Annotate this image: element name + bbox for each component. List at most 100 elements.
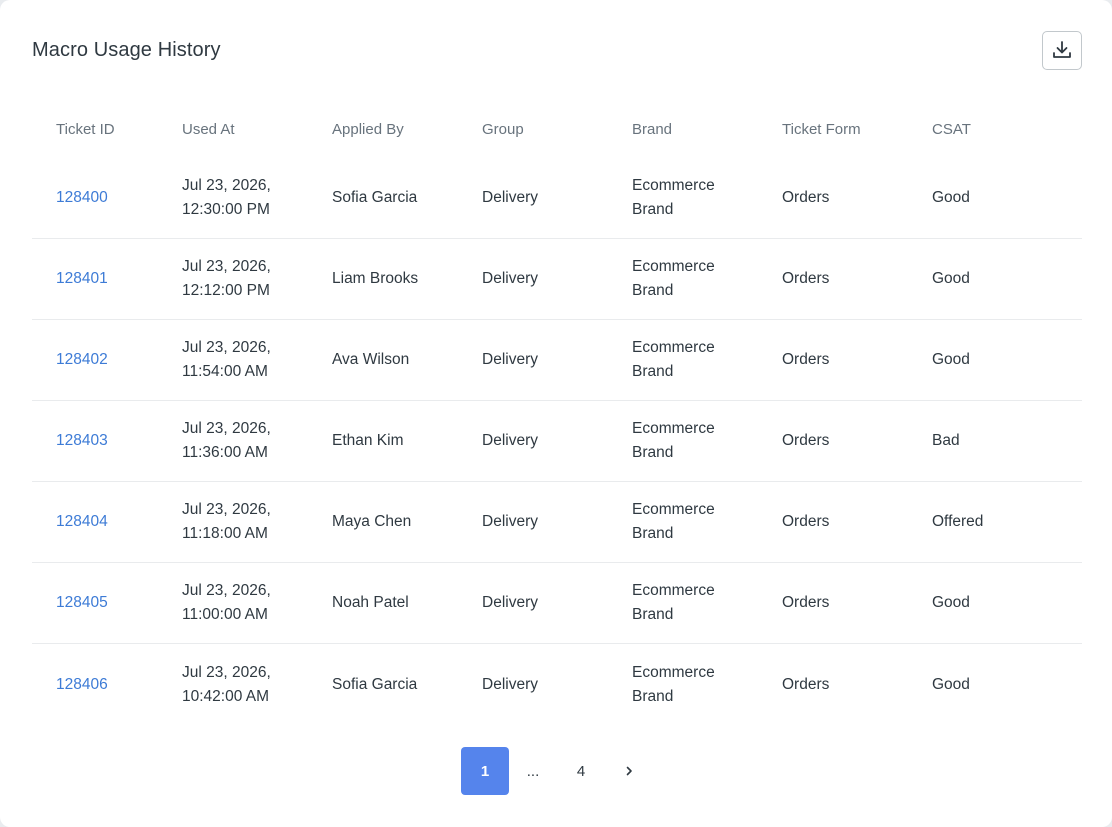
used-at-date: Jul 23, 2026, (182, 663, 271, 681)
brand-line-1: Ecommerce (632, 582, 715, 599)
csat-cell: Offered (932, 513, 984, 530)
column-header-applied-by[interactable]: Applied By (332, 121, 482, 138)
applied-by-cell: Maya Chen (332, 513, 412, 530)
table-row: 128405 Jul 23, 2026, 11:00:00 AM Noah Patel… (32, 563, 1082, 644)
used-at-time: 12:30:00 PM (182, 201, 270, 218)
used-at-cell: Jul 23, 2026, 11:00:00 AM (182, 579, 332, 627)
used-at-time: 11:00:00 AM (182, 606, 268, 623)
brand-cell: Ecommerce Brand (632, 661, 782, 709)
ticket-form-cell: Orders (782, 270, 830, 287)
used-at-time: 11:54:00 AM (182, 363, 268, 380)
group-cell: Delivery (482, 594, 538, 611)
page-button-last[interactable]: 4 (557, 747, 605, 795)
csat-cell: Good (932, 594, 970, 611)
csat-cell: Bad (932, 432, 960, 449)
ticket-form-cell: Orders (782, 675, 830, 693)
ticket-form-cell: Orders (782, 189, 830, 206)
brand-line-1: Ecommerce (632, 258, 715, 275)
next-page-button[interactable] (605, 747, 653, 795)
column-header-group[interactable]: Group (482, 121, 632, 138)
column-header-ticket-form[interactable]: Ticket Form (782, 121, 932, 138)
applied-by-cell: Noah Patel (332, 594, 409, 611)
used-at-date: Jul 23, 2026, (182, 420, 271, 437)
brand-line-2: Brand (632, 687, 674, 705)
brand-cell: Ecommerce Brand (632, 255, 782, 303)
ticket-form-cell: Orders (782, 351, 830, 368)
used-at-time: 12:12:00 PM (182, 282, 270, 299)
group-cell: Delivery (482, 675, 538, 693)
used-at-time: 11:18:00 AM (182, 525, 268, 542)
group-cell: Delivery (482, 513, 538, 530)
used-at-time: 10:42:00 AM (182, 687, 270, 705)
applied-by-cell: Liam Brooks (332, 270, 419, 287)
brand-cell: Ecommerce Brand (632, 498, 782, 546)
used-at-cell: Jul 23, 2026, 11:54:00 AM (182, 336, 332, 384)
group-cell: Delivery (482, 351, 538, 368)
column-header-ticket-id[interactable]: Ticket ID (32, 121, 182, 138)
table-header: Ticket ID Used At Applied By Group Brand… (32, 100, 1082, 158)
brand-cell: Ecommerce Brand (632, 417, 782, 465)
ticket-id-link[interactable]: 128406 (56, 676, 108, 693)
csat-cell: Good (932, 351, 970, 368)
macro-usage-panel: Macro Usage History Ticket ID Used At Ap… (0, 0, 1112, 827)
panel-header: Macro Usage History (32, 30, 1082, 70)
used-at-cell: Jul 23, 2026, 11:36:00 AM (182, 417, 332, 465)
csat-cell: Good (932, 189, 970, 206)
table-row: 128403 Jul 23, 2026, 11:36:00 AM Ethan Kim D… (32, 401, 1082, 482)
column-header-brand[interactable]: Brand (632, 121, 782, 138)
ticket-form-cell: Orders (782, 513, 830, 530)
used-at-date: Jul 23, 2026, (182, 582, 271, 599)
used-at-date: Jul 23, 2026, (182, 258, 271, 275)
ticket-id-link[interactable]: 128404 (56, 513, 108, 530)
brand-line-1: Ecommerce (632, 177, 715, 194)
table-row: 128402 Jul 23, 2026, 11:54:00 AM Ava Wilson… (32, 320, 1082, 401)
ticket-id-link[interactable]: 128401 (56, 270, 108, 287)
used-at-time: 11:36:00 AM (182, 444, 268, 461)
brand-line-2: Brand (632, 444, 674, 461)
ticket-id-link[interactable]: 128403 (56, 432, 108, 449)
ticket-form-cell: Orders (782, 432, 830, 449)
csat-cell: Good (932, 675, 970, 693)
used-at-cell: Jul 23, 2026, 12:30:00 PM (182, 174, 332, 222)
chevron-right-icon (626, 766, 632, 776)
ticket-id-link[interactable]: 128400 (56, 189, 108, 206)
page-button-current[interactable]: 1 (461, 747, 509, 795)
brand-line-2: Brand (632, 525, 674, 542)
brand-line-1: Ecommerce (632, 339, 715, 356)
column-header-csat[interactable]: CSAT (932, 121, 1082, 138)
table-row: 128401 Jul 23, 2026, 12:12:00 PM Liam Brook… (32, 239, 1082, 320)
used-at-date: Jul 23, 2026, (182, 501, 271, 518)
group-cell: Delivery (482, 432, 538, 449)
csat-cell: Good (932, 270, 970, 287)
brand-cell: Ecommerce Brand (632, 174, 782, 222)
applied-by-cell: Ava Wilson (332, 351, 410, 368)
ticket-id-link[interactable]: 128402 (56, 351, 108, 368)
page-gap: ... (526, 762, 540, 780)
brand-line-1: Ecommerce (632, 501, 715, 518)
brand-cell: Ecommerce Brand (632, 336, 782, 384)
ticket-id-link[interactable]: 128405 (56, 594, 108, 611)
table-row: 128406 Jul 23, 2026, 10:42:00 AM Sofia Garc… (32, 644, 1082, 725)
brand-line-2: Brand (632, 201, 674, 218)
table-body: 128400 Jul 23, 2026, 12:30:00 PM Sofia Garc… (32, 158, 1082, 725)
brand-line-2: Brand (632, 363, 674, 380)
brand-line-2: Brand (632, 606, 674, 623)
brand-cell: Ecommerce Brand (632, 579, 782, 627)
used-at-cell: Jul 23, 2026, 12:12:00 PM (182, 255, 332, 303)
group-cell: Delivery (482, 189, 538, 206)
page-title: Macro Usage History (32, 38, 221, 61)
applied-by-cell: Ethan Kim (332, 432, 404, 449)
group-cell: Delivery (482, 270, 538, 287)
brand-line-1: Ecommerce (632, 663, 715, 681)
table-row: 128404 Jul 23, 2026, 11:18:00 AM Maya Chen D… (32, 482, 1082, 563)
pagination: 1 ... 4 (461, 747, 653, 795)
table-row: 128400 Jul 23, 2026, 12:30:00 PM Sofia Garc… (32, 158, 1082, 239)
ticket-form-cell: Orders (782, 594, 830, 611)
brand-line-2: Brand (632, 282, 674, 299)
column-header-used-at[interactable]: Used At (182, 121, 332, 138)
download-button[interactable] (1042, 30, 1082, 70)
brand-line-1: Ecommerce (632, 420, 715, 437)
used-at-date: Jul 23, 2026, (182, 177, 271, 194)
used-at-cell: Jul 23, 2026, 11:18:00 AM (182, 498, 332, 546)
used-at-cell: Jul 23, 2026, 10:42:00 AM (182, 661, 332, 709)
